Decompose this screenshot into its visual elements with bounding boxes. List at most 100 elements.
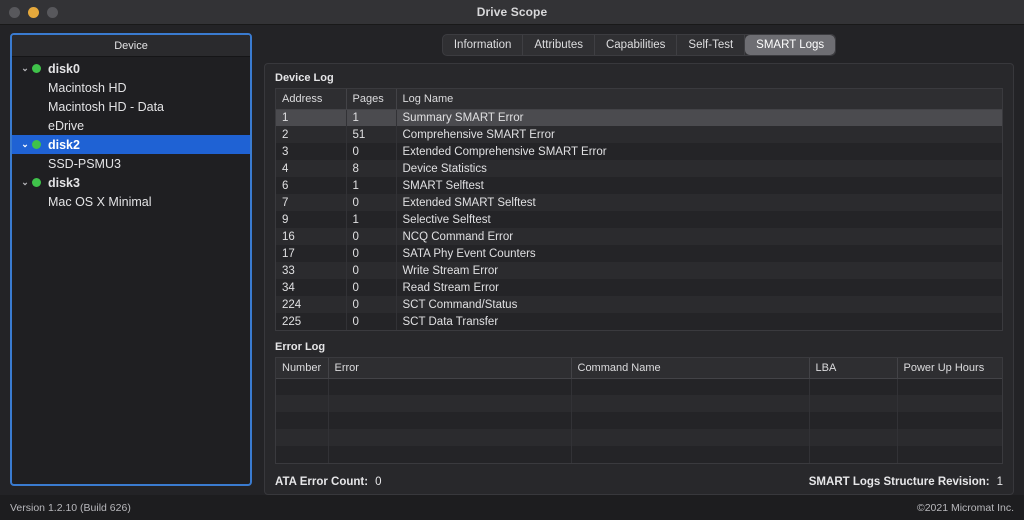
- error-log-row[interactable]: [276, 429, 1002, 446]
- device-log-table[interactable]: Address Pages Log Name 1 1 Summary SMART Err…: [276, 89, 1002, 330]
- error-log-cell-error: [328, 378, 572, 395]
- error-log-cell-number: [276, 395, 329, 412]
- device-log-cell-log-name: Selective Selftest: [402, 213, 491, 226]
- device-log-row[interactable]: 17 0 SATA Phy Event Counters: [276, 245, 1002, 262]
- error-log-table[interactable]: Number Error Command Name LBA Power Up Hours: [276, 358, 1002, 463]
- error-log-cell-command-name: [571, 412, 810, 429]
- window-title: Drive Scope: [476, 5, 548, 19]
- error-log-cell-error: [328, 446, 572, 463]
- minimize-button[interactable]: [28, 6, 39, 18]
- main-body: Device ⌄ disk0 Macintosh HD Macintosh HD - …: [0, 25, 1024, 495]
- sidebar-item-disk3[interactable]: ⌄ disk3: [12, 173, 250, 192]
- error-log-cell-error: [328, 395, 572, 412]
- device-log-cell-address: 225: [276, 313, 347, 330]
- sidebar-item-macintosh-hd[interactable]: Macintosh HD: [12, 78, 250, 97]
- ata-error-count-value: 0: [375, 476, 382, 488]
- content-area: Information Attributes Capabilities Self-Te…: [264, 33, 1014, 495]
- error-log-cell-power-up-hours: [897, 412, 1002, 429]
- device-log-cell-log-name: SCT Data Transfer: [402, 315, 499, 328]
- sidebar-item-ssd-psmu3[interactable]: SSD-PSMU3: [12, 154, 250, 173]
- sidebar-item-macintosh-hd-data[interactable]: Macintosh HD - Data: [12, 97, 250, 116]
- error-log-column-header[interactable]: Number: [276, 358, 329, 379]
- device-log-row[interactable]: 4 8 Device Statistics: [276, 160, 1002, 177]
- error-log-row[interactable]: [276, 378, 1002, 395]
- device-log-row[interactable]: 2 51 Comprehensive SMART Error: [276, 126, 1002, 143]
- sidebar-item-edrive[interactable]: eDrive: [12, 116, 250, 135]
- device-log-header-row[interactable]: Address Pages Log Name: [276, 89, 1002, 110]
- error-log-header-row[interactable]: Number Error Command Name LBA Power Up Hours: [276, 358, 1002, 379]
- device-log-row[interactable]: 7 0 Extended SMART Selftest: [276, 194, 1002, 211]
- error-log-body[interactable]: [276, 378, 1002, 463]
- window-controls: [0, 6, 58, 18]
- error-log-column-header[interactable]: Command Name: [571, 358, 810, 379]
- device-log-cell-log-name: Read Stream Error: [402, 281, 500, 294]
- device-log-row[interactable]: 1 1 Summary SMART Error: [276, 109, 1002, 126]
- sidebar-item-disk0[interactable]: ⌄ disk0: [12, 59, 250, 78]
- device-log-cell-log-name: Device Statistics: [402, 162, 487, 175]
- error-log-column-header[interactable]: LBA: [809, 358, 898, 379]
- device-tree[interactable]: ⌄ disk0 Macintosh HD Macintosh HD - Data eDr…: [12, 57, 250, 211]
- status-dot-green-icon: [32, 178, 41, 187]
- device-log-row[interactable]: 225 0 SCT Data Transfer: [276, 313, 1002, 330]
- device-log-cell-pages: 0: [346, 228, 397, 245]
- device-log-cell-pages: 0: [346, 279, 397, 296]
- window-title-bar: Drive Scope: [0, 0, 1024, 25]
- error-log-cell-lba: [809, 412, 898, 429]
- tab-segmented-control[interactable]: Information Attributes Capabilities Self-Te…: [441, 34, 837, 56]
- device-log-row[interactable]: 33 0 Write Stream Error: [276, 262, 1002, 279]
- device-log-cell-pages: 0: [346, 143, 397, 160]
- device-log-cell-pages: 51: [346, 126, 397, 143]
- device-log-table-container[interactable]: Address Pages Log Name 1 1 Summary SMART Err…: [275, 88, 1003, 331]
- device-log-cell-pages: 0: [346, 194, 397, 211]
- error-log-title: Error Log: [275, 341, 326, 353]
- device-log-cell-address: 34: [276, 279, 347, 296]
- tab-self-test[interactable]: Self-Test: [677, 35, 746, 55]
- panel-status-row: ATA Error Count: 0 SMART Logs Structure …: [275, 466, 1003, 488]
- device-log-cell-log-name: Extended Comprehensive SMART Error: [402, 145, 607, 158]
- device-log-column-header[interactable]: Log Name: [396, 89, 1002, 110]
- device-log-row[interactable]: 34 0 Read Stream Error: [276, 279, 1002, 296]
- tab-attributes[interactable]: Attributes: [523, 35, 595, 55]
- device-log-column-header[interactable]: Address: [276, 89, 347, 110]
- error-log-cell-command-name: [571, 446, 810, 463]
- device-log-cell-pages: 1: [346, 211, 397, 228]
- sidebar-item-label: SSD-PSMU3: [48, 156, 121, 171]
- chevron-down-icon[interactable]: ⌄: [18, 64, 32, 73]
- error-log-cell-lba: [809, 446, 898, 463]
- device-log-column-header[interactable]: Pages: [346, 89, 397, 110]
- device-log-cell-pages: 1: [346, 109, 397, 126]
- sidebar-item-disk2[interactable]: ⌄ disk2: [12, 135, 250, 154]
- chevron-down-icon[interactable]: ⌄: [18, 140, 32, 149]
- device-log-row[interactable]: 16 0 NCQ Command Error: [276, 228, 1002, 245]
- device-log-cell-address: 33: [276, 262, 347, 279]
- tab-information[interactable]: Information: [443, 35, 524, 55]
- error-log-cell-lba: [809, 378, 898, 395]
- device-log-cell-pages: 0: [346, 262, 397, 279]
- error-log-row[interactable]: [276, 395, 1002, 412]
- device-log-row[interactable]: 9 1 Selective Selftest: [276, 211, 1002, 228]
- status-dot-green-icon: [32, 64, 41, 73]
- device-log-cell-log-name: Comprehensive SMART Error: [402, 128, 555, 141]
- device-log-body[interactable]: 1 1 Summary SMART Error 2 51 Comprehensive SM…: [276, 109, 1002, 330]
- sidebar-item-label: disk0: [48, 61, 80, 76]
- error-log-column-header[interactable]: Power Up Hours: [897, 358, 1002, 379]
- error-log-row[interactable]: [276, 412, 1002, 429]
- error-log-row[interactable]: [276, 446, 1002, 463]
- error-log-cell-error: [328, 429, 572, 446]
- zoom-button[interactable]: [47, 6, 58, 18]
- error-log-column-header[interactable]: Error: [328, 358, 572, 379]
- device-log-row[interactable]: 6 1 SMART Selftest: [276, 177, 1002, 194]
- error-log-table-container[interactable]: Number Error Command Name LBA Power Up Hours: [275, 357, 1003, 464]
- chevron-down-icon[interactable]: ⌄: [18, 178, 32, 187]
- tab-smart-logs[interactable]: SMART Logs: [745, 35, 836, 55]
- device-sidebar[interactable]: Device ⌄ disk0 Macintosh HD Macintosh HD - …: [10, 33, 252, 486]
- sidebar-item-mac-os-x-minimal[interactable]: Mac OS X Minimal: [12, 192, 250, 211]
- device-log-cell-log-name: SCT Command/Status: [402, 298, 518, 311]
- close-button[interactable]: [9, 6, 20, 18]
- device-log-row[interactable]: 3 0 Extended Comprehensive SMART Error: [276, 143, 1002, 160]
- window-footer: Version 1.2.10 (Build 626) ©2021 Microma…: [0, 495, 1024, 520]
- tab-capabilities[interactable]: Capabilities: [595, 35, 678, 55]
- device-log-row[interactable]: 224 0 SCT Command/Status: [276, 296, 1002, 313]
- ata-error-count-label: ATA Error Count:: [275, 476, 369, 488]
- tab-bar: Information Attributes Capabilities Self-Te…: [264, 33, 1014, 57]
